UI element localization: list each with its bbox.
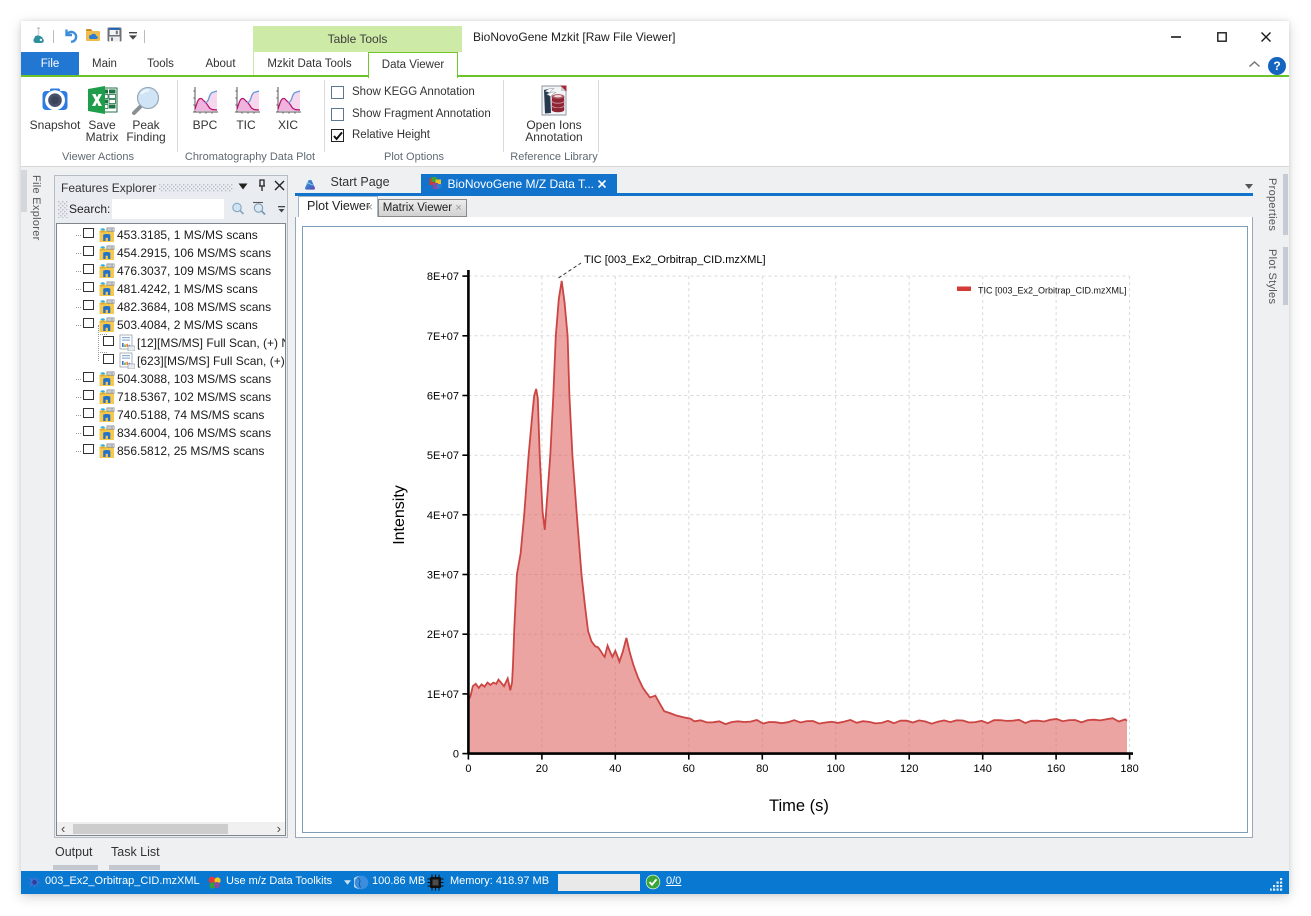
svg-text:2E+07: 2E+07: [427, 629, 459, 641]
svg-text:1E+07: 1E+07: [427, 689, 459, 701]
svg-text:80: 80: [756, 763, 768, 775]
svg-text:20: 20: [536, 763, 548, 775]
svg-text:3E+07: 3E+07: [427, 570, 459, 582]
svg-text:140: 140: [974, 763, 992, 775]
svg-text:60: 60: [683, 763, 695, 775]
svg-text:120: 120: [900, 763, 918, 775]
svg-text:Time (s): Time (s): [769, 797, 829, 815]
svg-text:TIC [003_Ex2_Orbitrap_CID.mzXM: TIC [003_Ex2_Orbitrap_CID.mzXML]: [978, 286, 1127, 296]
svg-text:160: 160: [1047, 763, 1065, 775]
svg-text:0: 0: [453, 749, 459, 761]
svg-text:4E+07: 4E+07: [427, 510, 459, 522]
svg-text:100: 100: [827, 763, 845, 775]
svg-text:40: 40: [609, 763, 621, 775]
svg-text:Intensity: Intensity: [391, 485, 408, 545]
svg-text:7E+07: 7E+07: [427, 331, 459, 343]
svg-text:180: 180: [1120, 763, 1138, 775]
svg-text:5E+07: 5E+07: [427, 450, 459, 462]
svg-text:6E+07: 6E+07: [427, 391, 459, 403]
svg-text:TIC [003_Ex2_Orbitrap_CID.mzXM: TIC [003_Ex2_Orbitrap_CID.mzXML]: [584, 254, 766, 266]
svg-text:0: 0: [465, 763, 471, 775]
svg-text:8E+07: 8E+07: [427, 271, 459, 283]
